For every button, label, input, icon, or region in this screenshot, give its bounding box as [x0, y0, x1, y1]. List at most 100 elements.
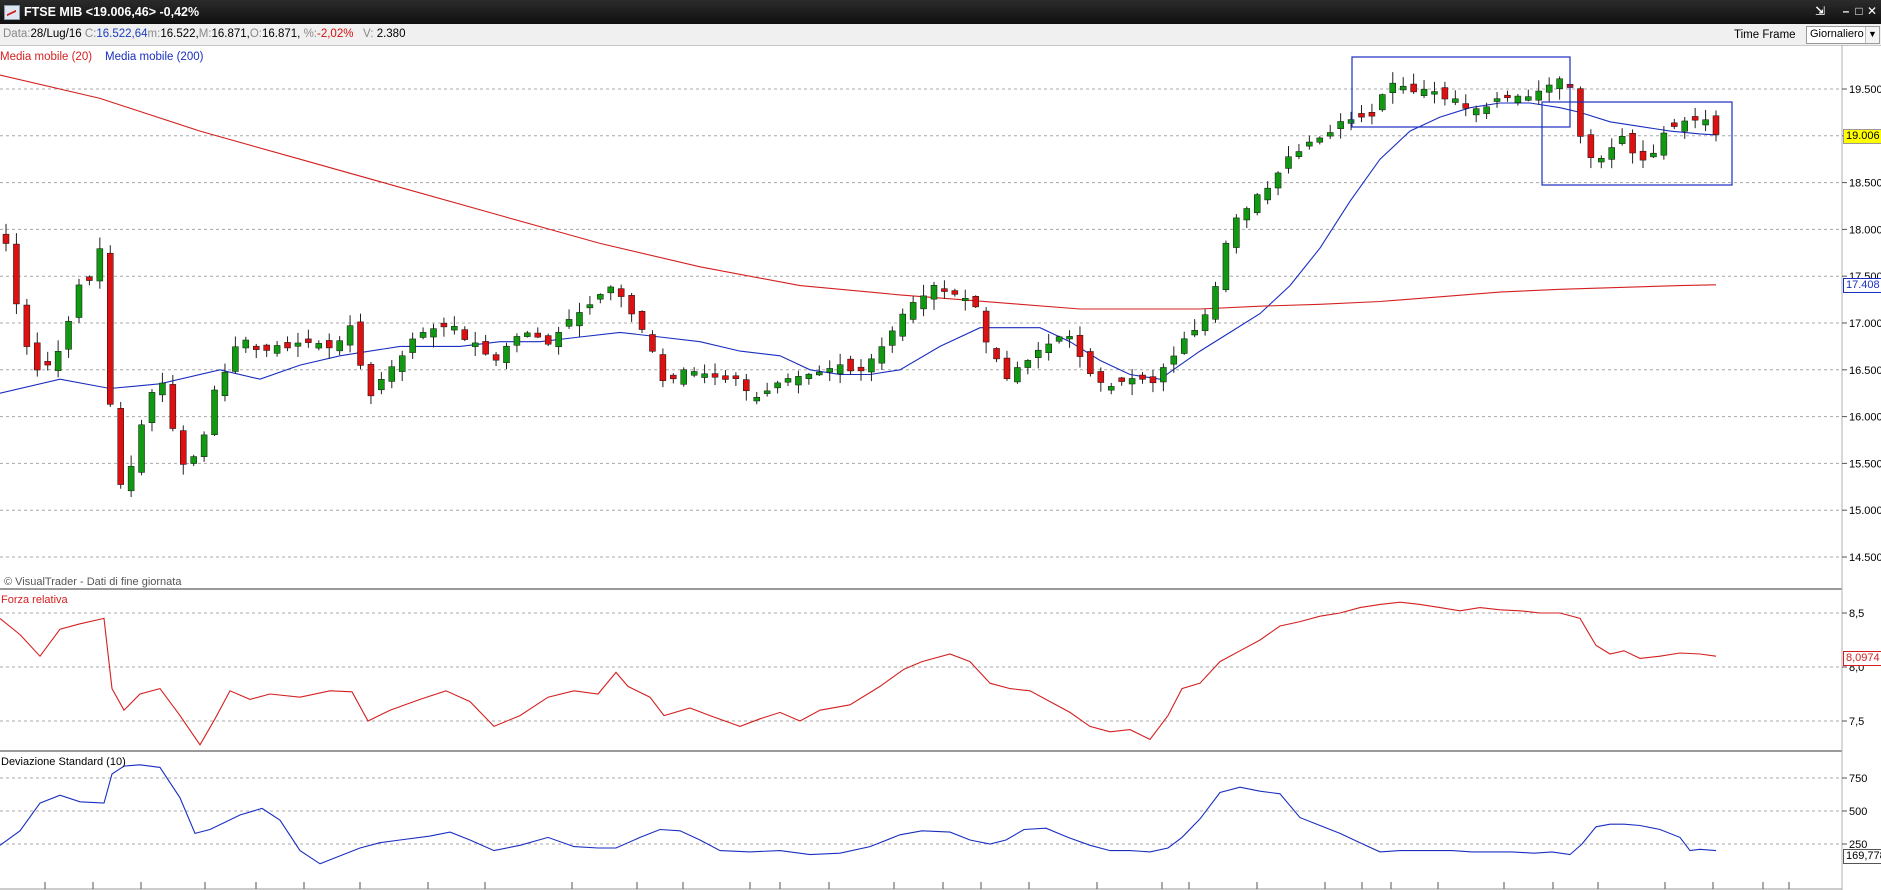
undock-icon[interactable]: ⇲: [1811, 3, 1829, 20]
candle-down: [1629, 132, 1636, 154]
candle-up: [419, 332, 427, 338]
min-label: m:: [147, 28, 161, 40]
candle-down: [1587, 134, 1595, 158]
candle-down: [180, 430, 187, 465]
candle-up: [221, 371, 229, 396]
candle-up: [878, 346, 886, 364]
candle-up: [1545, 84, 1553, 93]
candle-up: [565, 319, 573, 327]
candle-down: [722, 375, 729, 380]
window-title: FTSE MIB <19.006,46> -0,42%: [24, 5, 200, 19]
candle-down: [1087, 351, 1094, 374]
candle-up: [388, 366, 396, 382]
candle-up: [1598, 158, 1605, 163]
candle-down: [1149, 376, 1157, 384]
candle-up: [1233, 217, 1240, 248]
candle-up: [909, 302, 917, 320]
candle-down: [1076, 335, 1084, 357]
candle-up: [1650, 152, 1657, 158]
candle-up: [1483, 106, 1490, 114]
candle-up: [826, 368, 833, 373]
candle-down: [13, 243, 20, 305]
candle-down: [461, 329, 469, 340]
candle-up: [586, 304, 594, 309]
candle-down: [1097, 371, 1105, 383]
candle-up: [1045, 343, 1052, 354]
candle-up: [1306, 141, 1313, 147]
candle-up: [1107, 386, 1115, 391]
long-ma-path: [0, 74, 1717, 310]
candle-up: [211, 389, 218, 436]
candle-down: [1003, 357, 1011, 379]
candle-up: [1055, 336, 1063, 342]
candle-down: [440, 322, 448, 328]
price-tick-label: 15.000: [1849, 505, 1881, 517]
chevron-down-icon[interactable]: ▼: [1865, 27, 1879, 43]
open-value: 16.871,: [262, 28, 301, 40]
candle-down: [534, 332, 542, 338]
candle-up: [430, 328, 437, 338]
candle-up: [784, 378, 792, 383]
candle-up: [1222, 242, 1230, 291]
range-boxes: [1351, 56, 1733, 186]
sd-tick-label: 750: [1849, 773, 1867, 785]
timeframe-label: Time Frame: [1734, 29, 1796, 41]
candle-up: [1295, 151, 1303, 157]
candle-up: [1253, 194, 1261, 213]
candle-up: [1024, 360, 1032, 368]
candle-up: [242, 339, 250, 349]
candle-up: [962, 298, 969, 301]
candle-down: [357, 321, 364, 366]
price-tick-label: 16.500: [1849, 365, 1881, 377]
candle-down: [1504, 94, 1511, 99]
candle-down: [1691, 116, 1699, 121]
candle-up: [1316, 137, 1324, 143]
candle-down: [252, 345, 260, 350]
candle-up: [1066, 336, 1073, 340]
candle-down: [44, 361, 51, 366]
candle-up: [690, 371, 698, 376]
candle-up: [75, 284, 83, 318]
candle-down: [263, 344, 270, 351]
candle-down: [1368, 111, 1376, 117]
timeframe-select[interactable]: Giornaliero ▼: [1806, 26, 1880, 44]
rs-path: [0, 601, 1717, 746]
candle-up: [1035, 349, 1042, 358]
candle-up: [1180, 338, 1188, 354]
candle-up: [190, 456, 197, 464]
candle-up: [805, 373, 813, 379]
sd-path: [0, 764, 1717, 865]
candle-up: [1618, 136, 1626, 144]
candle-up: [899, 313, 906, 337]
candle-up: [1702, 119, 1709, 126]
pct-value: -2,02%: [317, 28, 354, 40]
candle-down: [107, 252, 114, 405]
candle-down: [1139, 374, 1146, 380]
candle-up: [1493, 98, 1501, 102]
candle-down: [617, 288, 625, 297]
chart-app-icon: [4, 5, 20, 20]
sd-panel-title: Deviazione Standard (10): [1, 756, 126, 768]
candle-up: [701, 373, 708, 378]
rs-last-tag: 8,0974: [1843, 651, 1881, 666]
candle-up: [1264, 187, 1271, 201]
candle-down: [367, 364, 375, 397]
candle-up: [607, 286, 615, 294]
candle-down: [1671, 122, 1678, 127]
candle-down: [544, 335, 552, 345]
candle-up: [1326, 132, 1334, 137]
ma200-price-tag: 17.408: [1843, 278, 1881, 293]
min-value: 16.522,: [160, 28, 199, 40]
candle-up: [576, 312, 583, 327]
candle-up: [1431, 91, 1438, 95]
rs-tick-label: 7,5: [1849, 716, 1864, 728]
candle-up: [1014, 367, 1021, 383]
candle-up: [273, 345, 281, 354]
candle-up: [378, 379, 385, 391]
candle-down: [1358, 113, 1365, 118]
close-button[interactable]: ✕: [1863, 3, 1881, 20]
candle-up: [1201, 314, 1209, 331]
candle-up: [1243, 208, 1251, 221]
price-chart[interactable]: 19.50019.00018.50018.00017.50017.00016.5…: [0, 45, 1881, 890]
candle-up: [1337, 121, 1344, 129]
